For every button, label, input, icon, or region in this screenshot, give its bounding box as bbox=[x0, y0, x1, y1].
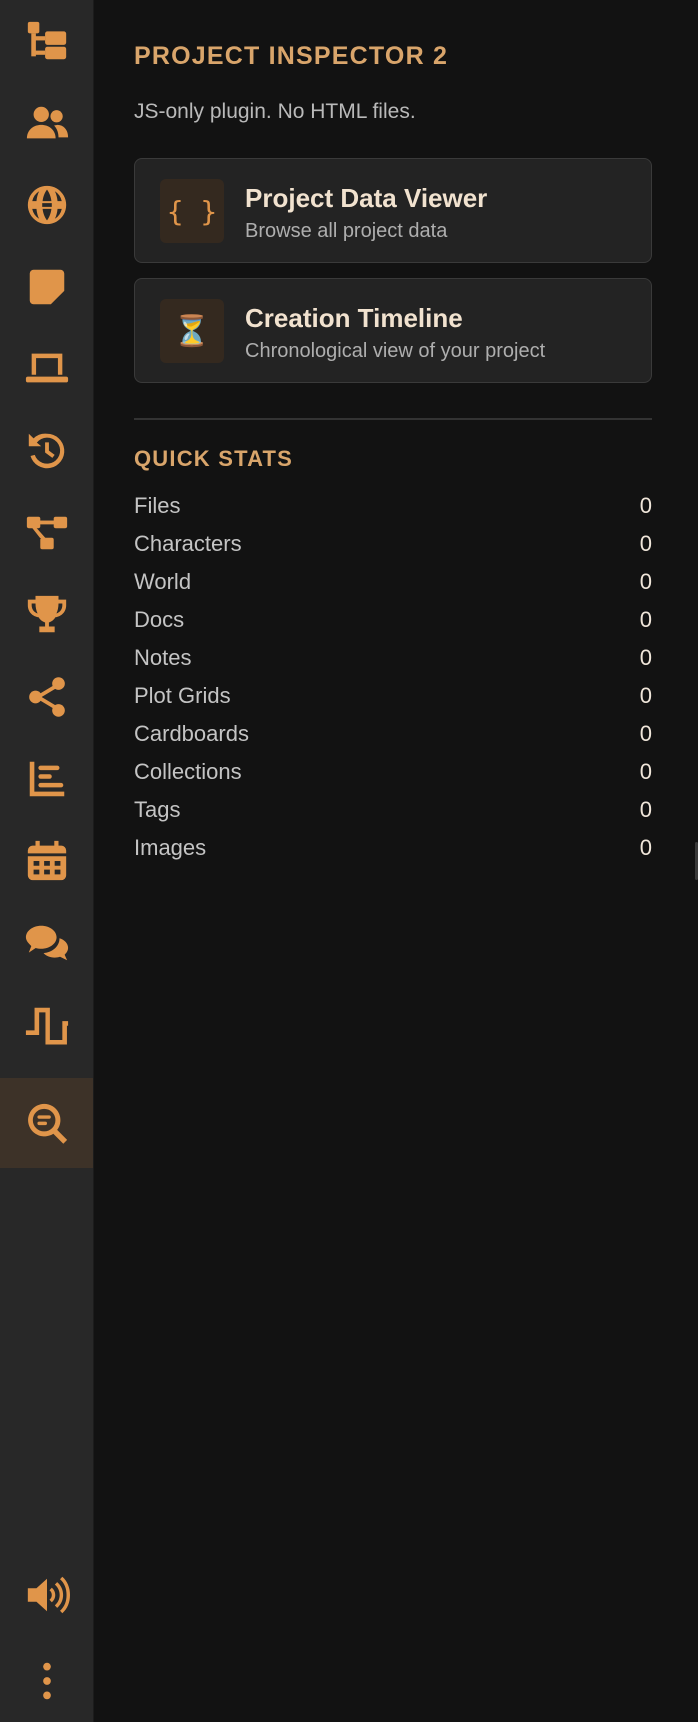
stat-label: Characters bbox=[134, 531, 242, 556]
card-description: Browse all project data bbox=[245, 220, 448, 242]
file-tree-icon bbox=[27, 21, 66, 60]
sidebar-item-world[interactable] bbox=[0, 164, 93, 246]
quick-stats-list: Files 0 Characters 0 World 0 Docs 0 Note… bbox=[134, 487, 652, 867]
stat-label: Plot Grids bbox=[134, 683, 231, 708]
stat-row-tags: Tags 0 bbox=[134, 791, 652, 829]
search-code-icon bbox=[27, 1103, 67, 1144]
laptop-icon bbox=[25, 353, 68, 383]
stat-row-notes: Notes 0 bbox=[134, 639, 652, 677]
stat-value: 0 bbox=[639, 721, 652, 746]
share-icon bbox=[28, 677, 65, 717]
diagram-icon bbox=[26, 516, 67, 550]
card-description: Chronological view of your project bbox=[245, 340, 546, 362]
divider bbox=[134, 418, 652, 420]
stat-row-cardboards: Cardboards 0 bbox=[134, 715, 652, 753]
stat-value: 0 bbox=[639, 835, 652, 860]
sidebar-item-characters[interactable] bbox=[0, 82, 93, 164]
stat-value: 0 bbox=[639, 493, 652, 518]
stat-label: Files bbox=[134, 493, 181, 518]
sidebar-item-files[interactable] bbox=[0, 0, 93, 82]
globe-icon bbox=[27, 185, 66, 225]
stat-label: Collections bbox=[134, 759, 242, 784]
speaker-icon bbox=[27, 1576, 70, 1614]
card-title: Creation Timeline bbox=[245, 303, 463, 333]
inspector-panel: PROJECT INSPECTOR 2 JS-only plugin. No H… bbox=[94, 0, 698, 1722]
stat-row-world: World 0 bbox=[134, 563, 652, 601]
page-subtitle: JS-only plugin. No HTML files. bbox=[134, 100, 416, 123]
stat-label: Images bbox=[134, 835, 207, 860]
sidebar-item-docs[interactable] bbox=[0, 328, 93, 410]
sidebar-item-stats[interactable] bbox=[0, 738, 93, 820]
trophy-icon bbox=[27, 595, 66, 633]
sidebar-item-project-inspector[interactable] bbox=[0, 1078, 93, 1168]
sidebar-item-history[interactable] bbox=[0, 410, 93, 492]
stat-row-docs: Docs 0 bbox=[134, 601, 652, 639]
sound-button[interactable] bbox=[0, 1554, 93, 1636]
stat-value: 0 bbox=[639, 683, 652, 708]
creation-timeline-card[interactable]: ⏳ Creation Timeline Chronological view o… bbox=[134, 278, 652, 383]
sidebar-item-notes[interactable] bbox=[0, 246, 93, 328]
sidebar-item-plot-grids[interactable] bbox=[0, 492, 93, 574]
sidebar-item-goals[interactable] bbox=[0, 574, 93, 656]
users-icon bbox=[26, 106, 68, 139]
stat-value: 0 bbox=[639, 797, 652, 822]
stat-row-images: Images 0 bbox=[134, 829, 652, 867]
page-title: PROJECT INSPECTOR 2 bbox=[134, 42, 449, 70]
stat-label: Notes bbox=[134, 645, 192, 670]
stat-value: 0 bbox=[639, 645, 652, 670]
sidebar-item-chat[interactable] bbox=[0, 902, 93, 984]
sidebar-item-calendar[interactable] bbox=[0, 820, 93, 902]
stat-value: 0 bbox=[639, 607, 652, 632]
calendar-icon bbox=[27, 840, 66, 881]
quick-stats-title: QUICK STATS bbox=[134, 446, 294, 471]
sticky-note-icon bbox=[29, 269, 64, 305]
stat-row-collections: Collections 0 bbox=[134, 753, 652, 791]
stat-row-files: Files 0 bbox=[134, 487, 652, 525]
chat-icon bbox=[25, 925, 68, 961]
stat-value: 0 bbox=[639, 569, 652, 594]
sidebar-rail bbox=[0, 0, 94, 1722]
step-wave-icon bbox=[25, 1007, 68, 1045]
stat-label: Docs bbox=[134, 607, 185, 632]
stat-value: 0 bbox=[639, 531, 652, 556]
stat-label: Tags bbox=[134, 797, 181, 822]
stat-label: Cardboards bbox=[134, 721, 249, 746]
sidebar-item-share[interactable] bbox=[0, 656, 93, 738]
stat-row-characters: Characters 0 bbox=[134, 525, 652, 563]
sidebar-item-timeline[interactable] bbox=[0, 984, 93, 1066]
braces-icon: { } bbox=[160, 179, 224, 243]
history-icon bbox=[28, 433, 64, 469]
stat-row-plot-grids: Plot Grids 0 bbox=[134, 677, 652, 715]
project-data-viewer-card[interactable]: { } Project Data Viewer Browse all proje… bbox=[134, 158, 652, 263]
hourglass-icon: ⏳ bbox=[160, 299, 224, 363]
card-title: Project Data Viewer bbox=[245, 183, 488, 213]
stat-label: World bbox=[134, 569, 192, 594]
more-menu-button[interactable] bbox=[0, 1640, 93, 1722]
more-vertical-icon bbox=[42, 1662, 51, 1700]
bar-chart-icon bbox=[29, 761, 64, 797]
stat-value: 0 bbox=[639, 759, 652, 784]
